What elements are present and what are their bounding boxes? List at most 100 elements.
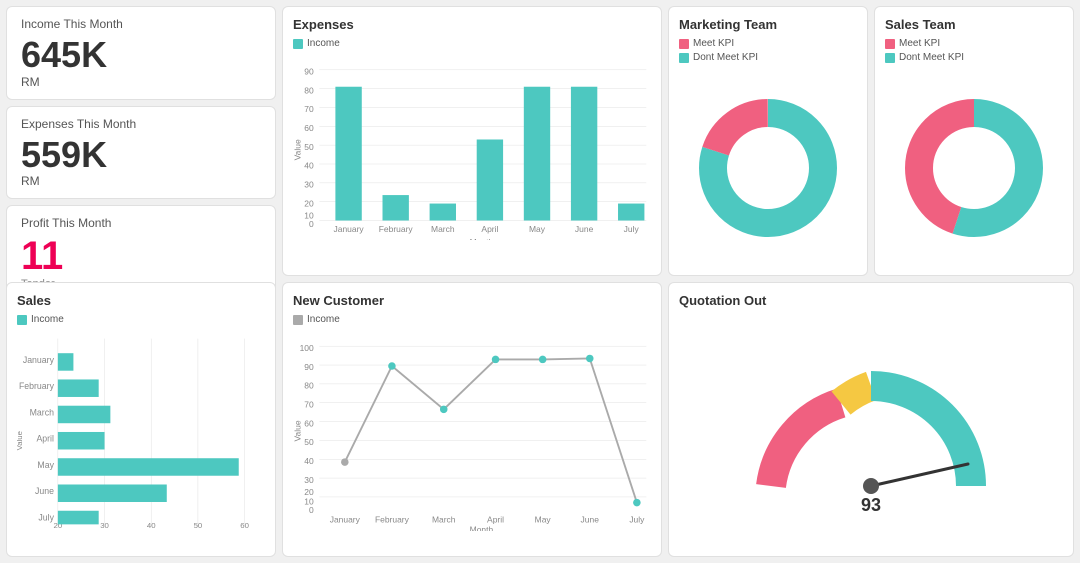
- svg-text:Month: Month: [470, 525, 494, 531]
- svg-text:May: May: [37, 460, 54, 470]
- income-label: Income This Month: [21, 17, 261, 31]
- svg-text:May: May: [529, 224, 546, 234]
- expenses-value: 559K: [21, 135, 261, 175]
- svg-text:50: 50: [304, 437, 314, 447]
- expenses-legend-income: Income: [293, 38, 651, 49]
- svg-text:May: May: [535, 514, 552, 524]
- svg-text:April: April: [481, 224, 498, 234]
- svg-text:April: April: [36, 434, 54, 444]
- svg-text:40: 40: [304, 456, 314, 466]
- svg-text:60: 60: [304, 418, 314, 428]
- expenses-legend-label: Income: [307, 38, 340, 49]
- svg-text:February: February: [375, 514, 410, 524]
- svg-text:70: 70: [304, 399, 314, 409]
- expenses-chart-title: Expenses: [293, 17, 651, 32]
- svg-text:June: June: [35, 486, 54, 496]
- marketing-title: Marketing Team: [679, 17, 857, 32]
- svg-text:February: February: [379, 224, 414, 234]
- new-customer-legend-label: Income: [307, 314, 340, 325]
- new-customer-card: New Customer Income 100 90 80 70 60 50 4…: [282, 282, 662, 557]
- sales-team-meet-label: Meet KPI: [899, 38, 940, 49]
- expenses-bar-chart: 90 80 70 60 50 40 30 20 10 0 Value: [293, 55, 651, 240]
- sales-team-card: Sales Team Meet KPI Dont Meet KPI: [874, 6, 1074, 276]
- expenses-legend-dot: [293, 39, 303, 49]
- sales-bar-legend-dot: [17, 315, 27, 325]
- new-customer-legend-dot: [293, 315, 303, 325]
- svg-text:50: 50: [304, 142, 314, 152]
- marketing-donut: [693, 93, 843, 243]
- expenses-legend: Income: [293, 38, 651, 49]
- svg-text:80: 80: [304, 85, 314, 95]
- svg-text:30: 30: [100, 521, 109, 530]
- income-card: Income This Month 645K RM: [6, 6, 276, 100]
- sales-team-meet-kpi: Meet KPI: [885, 38, 1063, 49]
- new-customer-title: New Customer: [293, 293, 651, 308]
- income-value: 645K: [21, 35, 261, 75]
- svg-text:93: 93: [861, 495, 881, 515]
- svg-text:February: February: [19, 381, 55, 391]
- svg-text:July: July: [38, 512, 54, 522]
- svg-text:June: June: [581, 514, 600, 524]
- svg-text:Value: Value: [17, 431, 24, 450]
- expenses-chart-card: Expenses Income 90 80 70 60 50 40 30 20 …: [282, 6, 662, 276]
- svg-text:60: 60: [304, 123, 314, 133]
- svg-text:30: 30: [304, 180, 314, 190]
- svg-text:20: 20: [304, 198, 314, 208]
- sales-bar-chart: January February March April May June Ju…: [17, 331, 265, 531]
- svg-text:100: 100: [300, 343, 314, 353]
- svg-text:Month: Month: [470, 237, 494, 240]
- marketing-donut-container: [679, 69, 857, 267]
- sales-team-donut-container: [885, 69, 1063, 267]
- svg-text:March: March: [30, 407, 54, 417]
- svg-text:January: January: [23, 355, 55, 365]
- sales-team-meet-dot: [885, 39, 895, 49]
- sales-team-dont-dot: [885, 53, 895, 63]
- marketing-meet-dot: [679, 39, 689, 49]
- svg-text:Value: Value: [293, 420, 303, 441]
- sales-team-title: Sales Team: [885, 17, 1063, 32]
- expenses-label: Expenses This Month: [21, 117, 261, 131]
- svg-text:March: March: [431, 224, 455, 234]
- svg-text:Tender: Tender: [854, 515, 888, 516]
- svg-text:30: 30: [304, 475, 314, 485]
- svg-text:60: 60: [240, 521, 249, 530]
- sales-bar-title: Sales: [17, 293, 265, 308]
- sales-team-dont-label: Dont Meet KPI: [899, 52, 964, 63]
- svg-text:July: July: [624, 224, 640, 234]
- new-customer-legend: Income: [293, 314, 651, 325]
- sales-team-dont-kpi: Dont Meet KPI: [885, 52, 1063, 63]
- svg-text:July: July: [629, 514, 645, 524]
- sales-bar-legend-label: Income: [31, 314, 64, 325]
- income-unit: RM: [21, 75, 261, 89]
- marketing-team-card: Marketing Team Meet KPI Dont Meet KPI: [668, 6, 868, 276]
- svg-text:0: 0: [309, 505, 314, 515]
- quotation-title: Quotation Out: [679, 293, 1063, 308]
- svg-text:40: 40: [304, 161, 314, 171]
- left-stats-column: Income This Month 645K RM Expenses This …: [6, 6, 276, 276]
- profit-value: 11: [21, 234, 261, 278]
- expenses-card: Expenses This Month 559K RM: [6, 106, 276, 200]
- svg-text:June: June: [575, 224, 594, 234]
- marketing-dont-dot: [679, 53, 689, 63]
- marketing-meet-label: Meet KPI: [693, 38, 734, 49]
- svg-text:50: 50: [194, 521, 203, 530]
- quotation-gauge-container: 93 Tender: [679, 314, 1063, 537]
- new-customer-chart: 100 90 80 70 60 50 40 30 20 10 0 Value: [293, 331, 651, 531]
- svg-text:Value: Value: [293, 139, 303, 160]
- quotation-card: Quotation Out: [668, 282, 1074, 557]
- svg-text:January: January: [334, 224, 365, 234]
- marketing-meet-kpi: Meet KPI: [679, 38, 857, 49]
- sales-bar-card: Sales Income January February March Apri…: [6, 282, 276, 557]
- svg-text:90: 90: [304, 66, 314, 76]
- svg-text:0: 0: [309, 219, 314, 229]
- profit-label: Profit This Month: [21, 216, 261, 230]
- svg-text:April: April: [487, 514, 504, 524]
- svg-text:March: March: [432, 514, 456, 524]
- marketing-dont-kpi: Dont Meet KPI: [679, 52, 857, 63]
- expenses-unit: RM: [21, 174, 261, 188]
- sales-team-legend: Meet KPI Dont Meet KPI: [885, 38, 1063, 63]
- svg-text:70: 70: [304, 104, 314, 114]
- marketing-dont-label: Dont Meet KPI: [693, 52, 758, 63]
- svg-text:80: 80: [304, 381, 314, 391]
- sales-bar-legend: Income: [17, 314, 265, 325]
